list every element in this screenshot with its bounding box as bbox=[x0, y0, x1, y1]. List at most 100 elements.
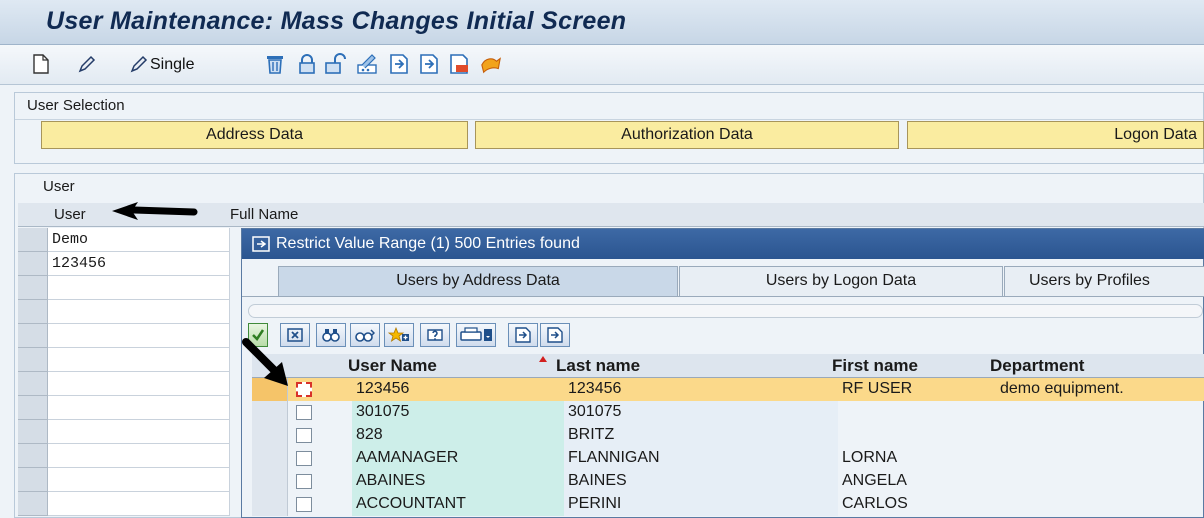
tab-users-by-address-data[interactable]: Users by Address Data bbox=[278, 266, 678, 296]
cell-last-name: BRITZ bbox=[568, 426, 615, 443]
title-bar: User Maintenance: Mass Changes Initial S… bbox=[0, 0, 1204, 45]
clear-icon[interactable] bbox=[480, 53, 502, 75]
table-row[interactable]: ABAINES BAINES ANGELA bbox=[252, 470, 1204, 493]
add-favorite-button[interactable] bbox=[384, 323, 414, 347]
tab-users-by-logon-data[interactable]: Users by Logon Data bbox=[679, 266, 1003, 296]
transfer-icon[interactable] bbox=[448, 53, 470, 75]
import-list-button[interactable] bbox=[540, 323, 570, 347]
row-checkbox[interactable] bbox=[296, 382, 312, 397]
find-next-icon bbox=[355, 329, 375, 342]
table-row[interactable]: AAMANAGER FLANNIGAN LORNA bbox=[252, 447, 1204, 470]
restrict-value-range-dialog: Restrict Value Range (1) 500 Entries fou… bbox=[241, 228, 1204, 518]
user-cell-empty[interactable] bbox=[48, 324, 230, 348]
row-selector[interactable] bbox=[18, 420, 48, 444]
row-selector[interactable] bbox=[18, 228, 48, 252]
find-next-button[interactable] bbox=[350, 323, 380, 347]
row-selector[interactable] bbox=[18, 396, 48, 420]
row-checkbox[interactable] bbox=[296, 451, 312, 466]
user-table-title: User bbox=[43, 178, 75, 195]
user-cell-empty[interactable] bbox=[48, 348, 230, 372]
logon-data-button[interactable]: Logon Data bbox=[907, 121, 1204, 149]
row-checkbox[interactable] bbox=[296, 405, 312, 420]
cell-last-name: PERINI bbox=[568, 495, 622, 512]
horizontal-scrollbar[interactable] bbox=[248, 304, 1203, 318]
help-icon bbox=[427, 329, 443, 341]
printer-icon bbox=[460, 327, 492, 341]
binoculars-icon bbox=[322, 329, 340, 342]
column-header-user-name[interactable]: User Name bbox=[342, 354, 437, 378]
import-icon[interactable] bbox=[388, 53, 410, 75]
table-row[interactable]: 828 BRITZ bbox=[252, 424, 1204, 447]
cell-last-name: 123456 bbox=[568, 380, 622, 397]
new-icon[interactable] bbox=[30, 53, 52, 75]
user-cell-empty[interactable] bbox=[48, 444, 230, 468]
table-row[interactable]: 123456 123456 RF USER demo equipment. bbox=[252, 378, 1204, 401]
column-header-department[interactable]: Department bbox=[984, 354, 1084, 378]
user-cell-empty[interactable] bbox=[48, 300, 230, 324]
password-icon[interactable] bbox=[356, 53, 378, 75]
row-selector[interactable] bbox=[252, 493, 288, 516]
cell-last-name: 301075 bbox=[568, 403, 622, 420]
user-cell-empty[interactable] bbox=[48, 468, 230, 492]
cell-user-name: 123456 bbox=[356, 380, 410, 397]
find-button[interactable] bbox=[316, 323, 346, 347]
cell-user-name: 301075 bbox=[356, 403, 410, 420]
dialog-title: Restrict Value Range (1) 500 Entries fou… bbox=[276, 235, 580, 252]
print-button[interactable] bbox=[456, 323, 496, 347]
cell-user-name: 828 bbox=[356, 426, 383, 443]
column-header-last-name[interactable]: Last name bbox=[550, 354, 640, 378]
row-selector[interactable] bbox=[18, 468, 48, 492]
user-cell[interactable]: 123456 bbox=[48, 252, 230, 276]
delete-icon[interactable] bbox=[264, 53, 286, 75]
page-title: User Maintenance: Mass Changes Initial S… bbox=[46, 7, 627, 35]
cell-first-name: LORNA bbox=[842, 449, 898, 466]
help-button[interactable] bbox=[420, 323, 450, 347]
row-checkbox[interactable] bbox=[296, 428, 312, 443]
row-selector[interactable] bbox=[252, 424, 288, 447]
row-selector[interactable] bbox=[18, 252, 48, 276]
table-row[interactable]: ACCOUNTANT PERINI CARLOS bbox=[252, 493, 1204, 516]
lock-icon[interactable] bbox=[296, 53, 318, 75]
cell-first-name: CARLOS bbox=[842, 495, 908, 512]
row-checkbox[interactable] bbox=[296, 497, 312, 512]
user-cell-empty[interactable] bbox=[48, 420, 230, 444]
row-selector[interactable] bbox=[18, 300, 48, 324]
row-selector[interactable] bbox=[252, 470, 288, 493]
user-cell[interactable]: Demo bbox=[48, 228, 230, 252]
unlock-icon[interactable] bbox=[324, 53, 346, 75]
edit-single-icon[interactable] bbox=[128, 53, 150, 75]
row-selector[interactable] bbox=[18, 444, 48, 468]
import-list-icon bbox=[547, 327, 563, 343]
user-cell-empty[interactable] bbox=[48, 372, 230, 396]
user-cell-empty[interactable] bbox=[48, 396, 230, 420]
table-row[interactable]: 301075 301075 bbox=[252, 401, 1204, 424]
row-selector[interactable] bbox=[18, 372, 48, 396]
row-selector[interactable] bbox=[18, 492, 48, 516]
tab-users-by-profiles[interactable]: Users by Profiles bbox=[1004, 266, 1204, 296]
column-header-user[interactable]: User bbox=[54, 206, 86, 223]
row-checkbox[interactable] bbox=[296, 474, 312, 489]
row-selector[interactable] bbox=[18, 348, 48, 372]
export-list-button[interactable] bbox=[508, 323, 538, 347]
user-cell-empty[interactable] bbox=[48, 276, 230, 300]
export-list-icon bbox=[515, 327, 531, 343]
address-data-button[interactable]: Address Data bbox=[41, 121, 468, 149]
edit-icon[interactable] bbox=[76, 53, 98, 75]
dialog-title-bar: Restrict Value Range (1) 500 Entries fou… bbox=[242, 229, 1204, 259]
column-header-first-name[interactable]: First name bbox=[826, 354, 918, 378]
cell-first-name: ANGELA bbox=[842, 472, 907, 489]
row-selector[interactable] bbox=[18, 324, 48, 348]
column-header-full-name[interactable]: Full Name bbox=[230, 206, 298, 223]
row-selector[interactable] bbox=[252, 401, 288, 424]
cell-user-name: AAMANAGER bbox=[356, 449, 459, 466]
row-selector[interactable] bbox=[252, 447, 288, 470]
cell-user-name: ACCOUNTANT bbox=[356, 495, 466, 512]
user-cell-empty[interactable] bbox=[48, 492, 230, 516]
single-button[interactable]: Single bbox=[150, 56, 194, 74]
cell-first-name: RF USER bbox=[842, 380, 913, 397]
export-icon[interactable] bbox=[418, 53, 440, 75]
row-selector[interactable] bbox=[18, 276, 48, 300]
cell-last-name: FLANNIGAN bbox=[568, 449, 660, 466]
authorization-data-button[interactable]: Authorization Data bbox=[475, 121, 899, 149]
annotation-arrow-icon bbox=[242, 338, 288, 386]
